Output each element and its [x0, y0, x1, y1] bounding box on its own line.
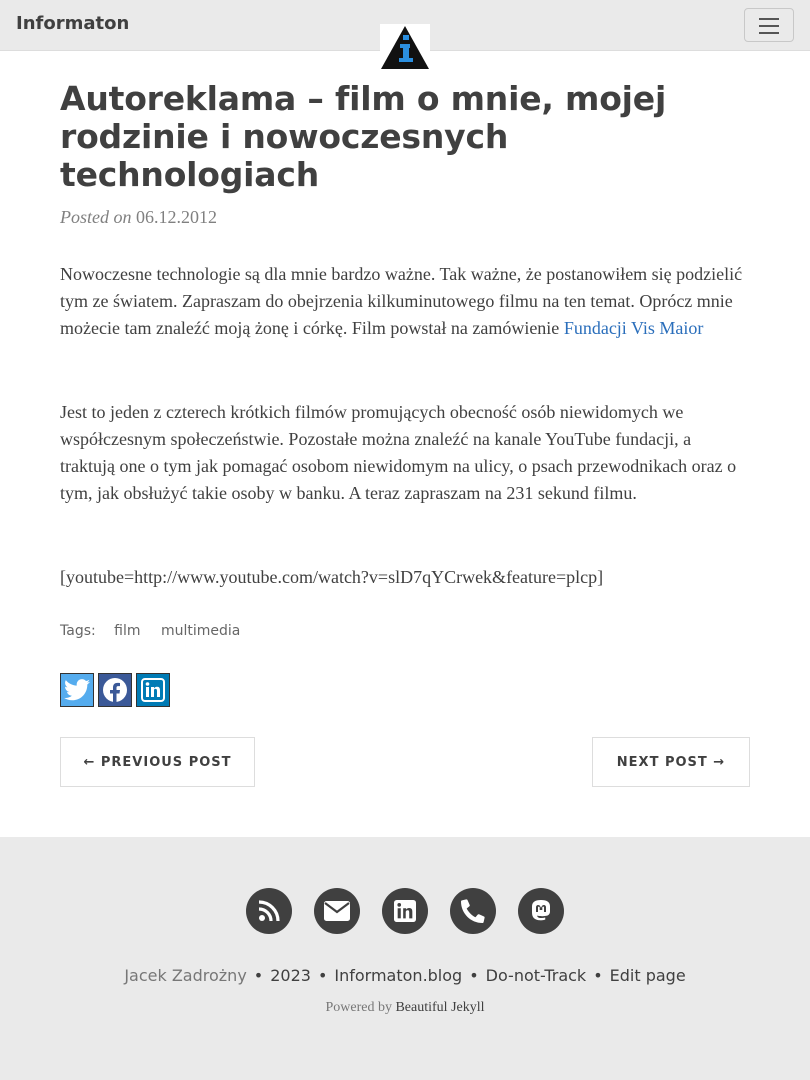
footer-dnt-link[interactable]: Do-not-Track: [486, 966, 587, 985]
envelope-icon[interactable]: [314, 888, 360, 934]
tag-multimedia[interactable]: multimedia: [161, 623, 240, 639]
post-paragraph-1: Nowoczesne technologie są dla mnie bardz…: [60, 261, 750, 342]
facebook-icon[interactable]: [98, 673, 132, 707]
footer-edit-page-link[interactable]: Edit page: [610, 966, 686, 985]
page-footer: Jacek Zadrożny • 2023 • Informaton.blog • Do-n…: [0, 837, 810, 1080]
post-date: 06.12.2012: [136, 207, 217, 227]
youtube-embed-shortcode: [youtube=http://www.youtube.com/watch?v=…: [60, 567, 604, 587]
hamburger-menu-icon[interactable]: [744, 8, 794, 42]
share-buttons: [60, 673, 170, 707]
site-brand[interactable]: Informaton: [16, 13, 129, 34]
post-tags: Tags: film multimedia: [60, 623, 252, 639]
footer-separator: •: [469, 966, 479, 985]
phone-icon[interactable]: [450, 888, 496, 934]
footer-powered-by: Powered by Beautiful Jekyll: [0, 1000, 810, 1016]
linkedin-icon[interactable]: [382, 888, 428, 934]
post-paragraph-2: Jest to jeden z czterech krótkich filmów…: [60, 402, 737, 503]
fundacja-vis-maior-link[interactable]: Fundacji Vis Maior: [564, 318, 704, 338]
posted-on-label: Posted on: [60, 207, 132, 227]
footer-author: Jacek Zadrożny: [124, 966, 247, 985]
footer-site-link[interactable]: Informaton.blog: [334, 966, 462, 985]
next-post-button[interactable]: NEXT POST →: [592, 737, 750, 787]
informaton-logo-icon[interactable]: [380, 24, 430, 70]
footer-separator: •: [593, 966, 603, 985]
twitter-icon[interactable]: [60, 673, 94, 707]
previous-post-button[interactable]: ← PREVIOUS POST: [60, 737, 255, 787]
footer-separator: •: [317, 966, 328, 985]
post-title: Autoreklama – film o mnie, mojej rodzini…: [60, 79, 667, 194]
footer-separator: •: [253, 966, 264, 985]
mastodon-icon[interactable]: [518, 888, 564, 934]
tag-film[interactable]: film: [114, 623, 140, 639]
footer-year: 2023: [270, 966, 311, 985]
footer-copyright-line: Jacek Zadrożny • 2023 • Informaton.blog • Do-n…: [0, 966, 810, 985]
beautiful-jekyll-link[interactable]: Beautiful Jekyll: [395, 1000, 484, 1015]
top-navbar: Informaton: [0, 0, 810, 70]
tags-label: Tags:: [60, 623, 96, 639]
rss-icon[interactable]: [246, 888, 292, 934]
post-meta: Posted on 06.12.2012: [60, 207, 217, 228]
footer-social-links: [246, 888, 564, 934]
powered-by-label: Powered by: [325, 1000, 392, 1015]
linkedin-icon[interactable]: [136, 673, 170, 707]
